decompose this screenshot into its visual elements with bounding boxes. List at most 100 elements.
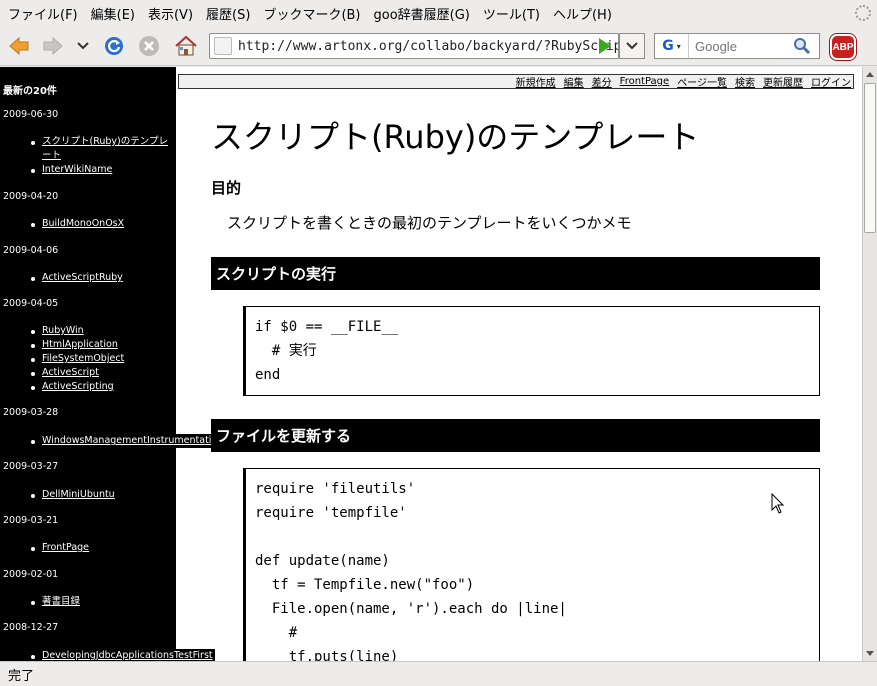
code-block-run-script: if $0 == __FILE__ # 実行 end (243, 306, 820, 396)
menu-file[interactable]: ファイル(F) (3, 4, 83, 23)
history-dropdown-icon (77, 42, 89, 50)
search-box[interactable]: G ▾ (654, 33, 820, 59)
recent-link[interactable]: ActiveScripting (42, 380, 114, 394)
recent-changes-sidebar: 最新の20件 2009-06-30 スクリプト(Ruby)のテンプレート Int… (0, 67, 176, 661)
url-dropdown-button[interactable] (619, 33, 645, 59)
code-line: # 実行 (255, 343, 317, 359)
code-line: File.open(name, 'r').each do |line| (255, 601, 567, 617)
stop-button[interactable] (136, 33, 162, 59)
recent-link[interactable]: RubyWin (42, 324, 84, 338)
home-button[interactable] (172, 33, 200, 59)
reload-button[interactable] (101, 33, 127, 59)
bullet (31, 655, 35, 659)
bullet (31, 277, 35, 281)
code-line: # (255, 625, 298, 641)
nav-page-list[interactable]: ページ一覧 (677, 74, 727, 89)
search-engine-selector[interactable]: G ▾ (655, 34, 689, 58)
date-heading: 2009-06-30 (3, 109, 59, 120)
recent-link[interactable]: ActiveScriptRuby (42, 271, 123, 285)
wiki-top-nav: 新規作成 編集 差分 FrontPage ページ一覧 検索 更新履歴 ログイン (178, 74, 854, 89)
nav-recent-changes[interactable]: 更新履歴 (763, 74, 803, 89)
nav-frontpage[interactable]: FrontPage (620, 76, 670, 87)
date-heading: 2009-02-01 (3, 569, 59, 580)
search-magnifier-icon[interactable] (793, 37, 811, 55)
scroll-up-arrow-icon[interactable] (866, 72, 874, 77)
forward-button[interactable] (40, 33, 66, 59)
code-line: tf.puts(line) (255, 649, 399, 661)
code-line: end (255, 367, 281, 383)
home-icon (175, 35, 197, 56)
adblock-plus-button[interactable]: ABP (830, 34, 856, 60)
recent-link[interactable]: 著書目録 (42, 595, 80, 609)
bullet (31, 344, 35, 348)
menu-bar: ファイル(F) 編集(E) 表示(V) 履歴(S) ブックマーク(B) goo辞… (0, 0, 877, 27)
bullet (31, 601, 35, 605)
date-heading: 2009-03-21 (3, 515, 59, 526)
recent-link[interactable]: WindowsManagementInstrumentation (42, 434, 226, 448)
status-bar: 完了 (0, 661, 877, 686)
back-arrow-icon (9, 36, 29, 56)
menu-help[interactable]: ヘルプ(H) (548, 4, 617, 23)
search-input[interactable] (689, 38, 789, 54)
menu-bookmarks[interactable]: ブックマーク(B) (258, 4, 365, 23)
back-button[interactable] (6, 33, 32, 59)
nav-login[interactable]: ログイン (811, 74, 851, 89)
url-text[interactable]: http://www.artonx.org/collabo/backyard/?… (238, 39, 618, 54)
history-dropdown-button[interactable] (74, 33, 92, 59)
page-content: 最新の20件 2009-06-30 スクリプト(Ruby)のテンプレート Int… (0, 67, 862, 661)
chevron-down-icon (626, 42, 638, 50)
menu-edit[interactable]: 編集(E) (86, 4, 140, 23)
code-block-update-file: require 'fileutils' require 'tempfile' d… (243, 468, 820, 661)
google-engine-icon: G (662, 38, 674, 54)
bullet (31, 386, 35, 390)
stop-icon (139, 36, 159, 56)
date-heading: 2009-03-27 (3, 461, 59, 472)
bullet (31, 372, 35, 376)
date-heading: 2008-12-27 (3, 622, 59, 633)
bullet (31, 358, 35, 362)
recent-link[interactable]: FrontPage (42, 541, 89, 555)
recent-link[interactable]: DevelopingJdbcApplicationsTestFirst (42, 649, 215, 661)
site-identity-icon[interactable] (214, 37, 232, 55)
nav-edit[interactable]: 編集 (564, 74, 584, 89)
nav-diff[interactable]: 差分 (592, 74, 612, 89)
page-title: スクリプト(Ruby)のテンプレート (211, 118, 700, 156)
code-line: require 'fileutils' (255, 481, 416, 497)
bullet (31, 330, 35, 334)
recent-link[interactable]: DellMiniUbuntu (42, 488, 115, 502)
nav-search[interactable]: 検索 (735, 74, 755, 89)
bullet (31, 223, 35, 227)
date-heading: 2009-04-05 (3, 298, 59, 309)
menu-goo-dictionary-history[interactable]: goo辞書履歴(G) (369, 4, 475, 23)
purpose-text: スクリプトを書くときの最初のテンプレートをいくつかメモ (227, 214, 632, 232)
purpose-heading: 目的 (211, 179, 242, 197)
code-line: require 'tempfile' (255, 505, 407, 521)
scrollbar-thumb[interactable] (864, 83, 876, 233)
recent-link[interactable]: InterWikiName (42, 163, 112, 177)
recent-link[interactable]: HtmlApplication (42, 338, 118, 352)
activity-throbber-icon (855, 5, 871, 21)
section-heading-run-script: スクリプトの実行 (211, 257, 820, 290)
scroll-down-arrow-icon[interactable] (866, 651, 874, 656)
go-arrow-icon[interactable] (599, 38, 611, 54)
section-heading-update-file: ファイルを更新する (211, 419, 820, 452)
nav-new-page[interactable]: 新規作成 (516, 74, 556, 89)
recent-link[interactable]: BuildMonoOnOsX (42, 217, 124, 231)
status-text: 完了 (8, 668, 35, 684)
bullet (31, 141, 35, 145)
recent-link[interactable]: ActiveScript (42, 366, 99, 380)
recent-link[interactable]: スクリプト(Ruby)のテンプレート (42, 135, 172, 163)
bullet (31, 169, 35, 173)
menu-history[interactable]: 履歴(S) (201, 4, 255, 23)
reload-icon (105, 37, 123, 55)
menu-tools[interactable]: ツール(T) (478, 4, 545, 23)
recent-link[interactable]: FileSystemObject (42, 352, 124, 366)
bullet (31, 547, 35, 551)
vertical-scrollbar[interactable] (862, 67, 877, 661)
forward-arrow-icon (43, 36, 63, 56)
menu-view[interactable]: 表示(V) (143, 4, 198, 23)
chevron-down-icon: ▾ (676, 41, 681, 51)
url-bar[interactable]: http://www.artonx.org/collabo/backyard/?… (209, 33, 619, 59)
date-heading: 2009-04-06 (3, 245, 59, 256)
